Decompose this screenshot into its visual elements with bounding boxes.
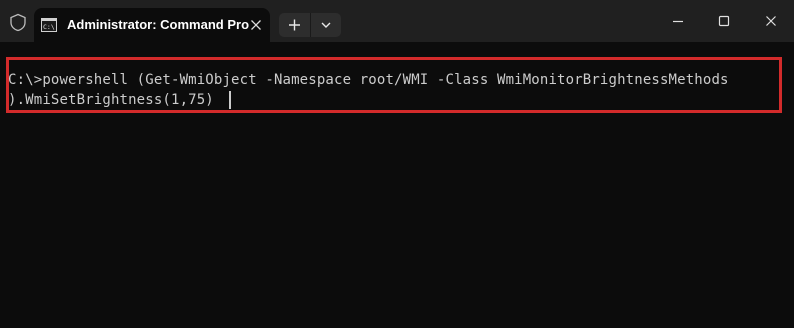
new-tab-split-button[interactable] <box>279 13 341 37</box>
svg-text:C:\: C:\ <box>43 23 55 31</box>
tab-title: Administrator: Command Pro <box>67 17 250 32</box>
new-tab-button[interactable] <box>279 13 310 37</box>
text-cursor <box>229 91 231 109</box>
shield-icon <box>10 13 26 32</box>
minimize-button[interactable] <box>655 0 701 42</box>
command-line-2: ).WmiSetBrightness(1,75) <box>8 92 214 108</box>
tab-command-prompt[interactable]: C:\ Administrator: Command Pro <box>34 8 270 42</box>
title-bar[interactable]: C:\ Administrator: Command Pro <box>0 0 794 42</box>
command-line-1: C:\>powershell (Get-WmiObject -Namespace… <box>8 72 729 88</box>
minimize-icon <box>673 20 683 23</box>
chevron-down-icon <box>321 22 331 28</box>
close-icon[interactable] <box>250 19 262 31</box>
terminal-icon: C:\ <box>41 18 57 32</box>
maximize-icon <box>718 15 730 27</box>
terminal-window: C:\ Administrator: Command Pro C:\>power… <box>0 0 794 328</box>
close-icon <box>766 16 776 26</box>
maximize-button[interactable] <box>701 0 747 42</box>
plus-icon <box>289 19 300 31</box>
close-window-button[interactable] <box>748 0 794 42</box>
tab-dropdown-button[interactable] <box>311 13 341 37</box>
